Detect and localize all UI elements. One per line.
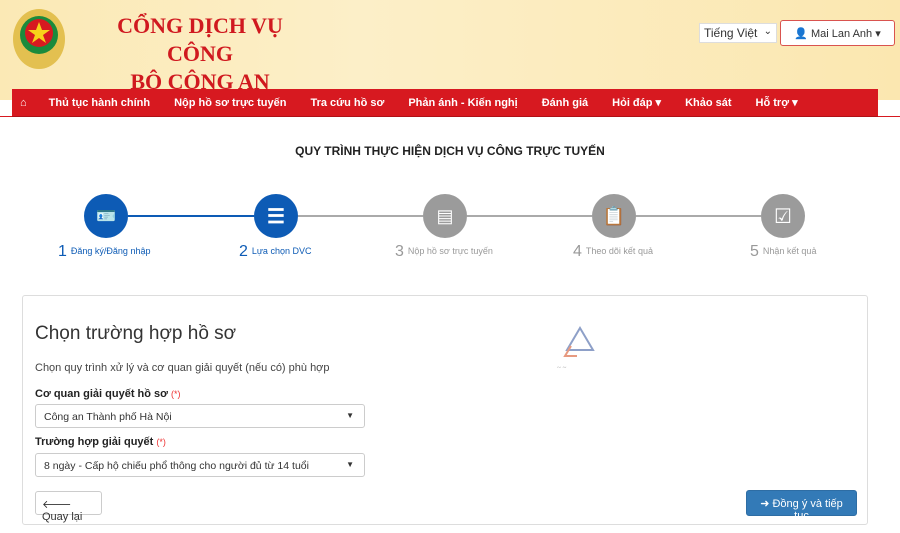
watermark-logo: ~ ~ — [557, 326, 595, 372]
language-select[interactable]: Tiếng Việt ⌄ — [699, 23, 777, 43]
checkbox-icon: ☑ — [774, 205, 792, 228]
language-value: Tiếng Việt — [704, 26, 758, 40]
arrow-right-icon: ➜ — [760, 498, 770, 510]
step-2-label: 2 Lựa chọn DVC — [239, 243, 312, 260]
caret-down-icon: ▼ — [346, 460, 354, 469]
police-emblem-logo — [13, 9, 65, 69]
user-menu-button[interactable]: 👤 Mai Lan Anh ▾ — [780, 20, 895, 46]
step-connector — [467, 215, 592, 217]
page-title: QUY TRÌNH THỰC HIỆN DỊCH VỤ CÔNG TRỰC TU… — [295, 144, 605, 158]
agree-continue-button[interactable]: ➜ Đồng ý và tiếp tục — [746, 490, 857, 522]
step-connector — [636, 215, 761, 217]
caret-down-icon: ▾ — [875, 28, 881, 40]
step-connector — [128, 215, 254, 217]
case-label: Trường hợp giải quyết (*) — [35, 436, 166, 448]
step-4-label: 4 Theo dõi kết quả — [573, 243, 653, 260]
agency-select[interactable]: Công an Thành phố Hà Nội ▼ — [35, 404, 365, 428]
caret-down-icon: ▼ — [346, 411, 354, 420]
nav-nop-ho-so[interactable]: Nộp hồ sơ trực tuyến — [162, 97, 298, 109]
step-1-label: 1 Đăng ký/Đăng nhập — [58, 243, 151, 260]
site-header: CỔNG DỊCH VỤ CÔNG BỘ CÔNG AN Tiếng Việt ⌄… — [0, 0, 900, 100]
step-2-circle: ☰ — [254, 194, 298, 238]
nav-khao-sat[interactable]: Khảo sát — [673, 97, 743, 109]
nav-phan-anh[interactable]: Phản ánh - Kiến nghị — [396, 97, 529, 109]
case-value: 8 ngày - Cấp hộ chiếu phổ thông cho ngườ… — [44, 460, 309, 472]
list-icon: ☰ — [267, 205, 285, 228]
arrow-left-icon: 🡐 — [42, 499, 72, 511]
agency-label: Cơ quan giải quyết hồ sơ (*) — [35, 388, 181, 400]
step-5-label: 5 Nhận kết quả — [750, 243, 817, 260]
form-description: Chọn quy trình xử lý và cơ quan giải quy… — [35, 362, 330, 374]
home-icon[interactable]: ⌂ — [12, 97, 37, 109]
id-card-icon: 🪪 — [96, 208, 116, 225]
nav-ho-tro[interactable]: Hỗ trợ ▾ — [744, 96, 810, 109]
step-3-circle: ▤ — [423, 194, 467, 238]
user-icon: 👤 — [794, 28, 808, 40]
brand-line-1: CỔNG DỊCH VỤ CÔNG — [117, 13, 283, 66]
step-4-circle: 📋 — [592, 194, 636, 238]
chevron-down-icon: ⌄ — [763, 26, 772, 37]
step-connector — [298, 215, 423, 217]
svg-text:~ ~: ~ ~ — [557, 364, 567, 372]
nav-thu-tuc[interactable]: Thủ tục hành chính — [37, 97, 162, 109]
nav-tra-cuu[interactable]: Tra cứu hồ sơ — [298, 97, 396, 109]
step-5-circle: ☑ — [761, 194, 805, 238]
step-3-label: 3 Nộp hồ sơ trực tuyến — [395, 243, 493, 260]
document-icon: ▤ — [436, 205, 454, 226]
step-1-circle: 🪪 — [84, 194, 128, 238]
back-button[interactable]: 🡐 Quay lại — [35, 491, 102, 523]
clipboard-icon: 📋 — [602, 205, 626, 226]
agency-value: Công an Thành phố Hà Nội — [44, 411, 172, 423]
case-select[interactable]: 8 ngày - Cấp hộ chiếu phổ thông cho ngườ… — [35, 453, 365, 477]
brand-title[interactable]: CỔNG DỊCH VỤ CÔNG BỘ CÔNG AN — [105, 12, 295, 96]
form-panel: Chọn trường hợp hồ sơ ~ ~ Chọn quy trình… — [22, 295, 868, 525]
form-heading: Chọn trường hợp hồ sơ — [35, 323, 237, 344]
nav-hoi-dap[interactable]: Hỏi đáp ▾ — [600, 96, 673, 109]
main-nav: ⌂ Thủ tục hành chính Nộp hồ sơ trực tuyế… — [12, 89, 878, 117]
user-name: Mai Lan Anh — [811, 28, 873, 40]
nav-danh-gia[interactable]: Đánh giá — [530, 97, 600, 109]
